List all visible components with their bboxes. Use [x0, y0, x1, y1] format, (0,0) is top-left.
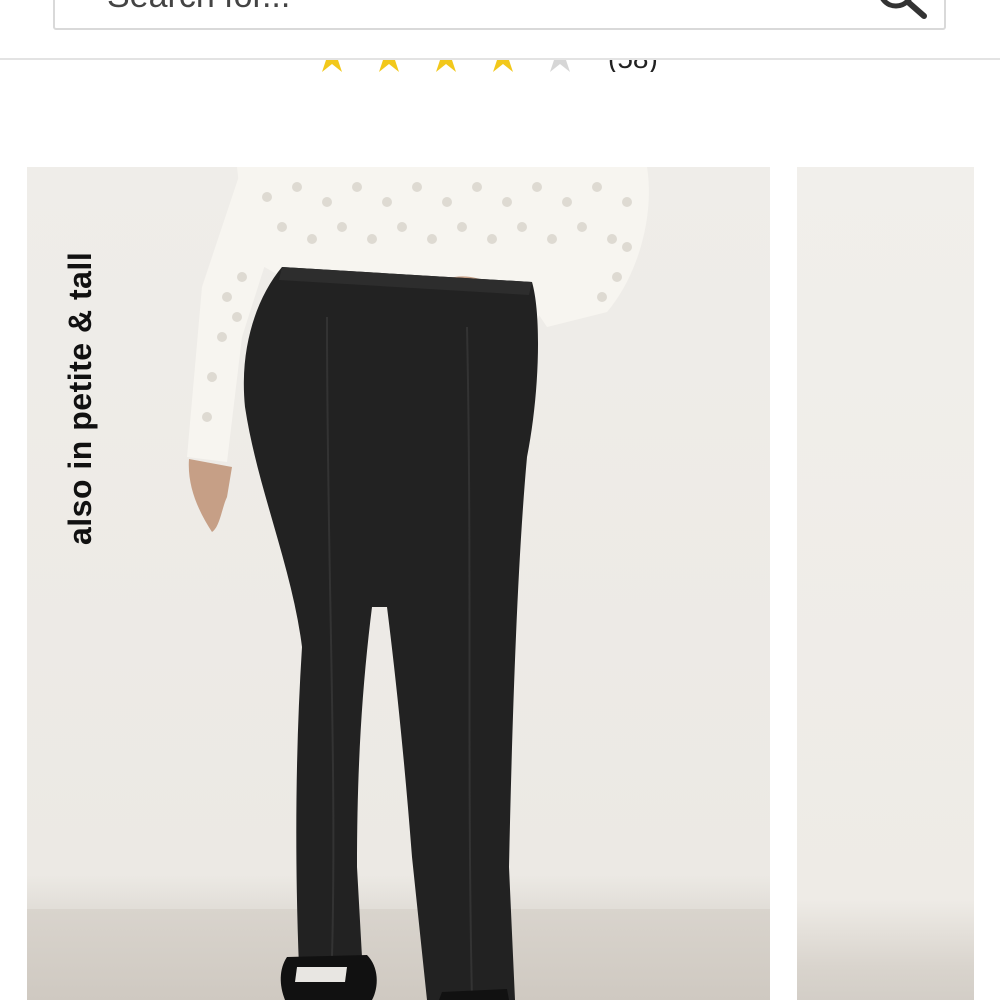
star-empty-icon — [550, 60, 570, 72]
next-product-image[interactable] — [797, 167, 974, 1000]
product-image[interactable] — [27, 167, 770, 1000]
star-filled-icon — [493, 60, 513, 72]
star-filled-icon — [436, 60, 456, 72]
search-bar — [53, 0, 946, 30]
star-filled-icon — [379, 60, 399, 72]
model-figure — [187, 167, 649, 1000]
review-count: (58) — [608, 60, 658, 72]
product-page: (58) — [0, 0, 1000, 1000]
search-icon[interactable] — [872, 0, 932, 20]
search-input[interactable] — [105, 0, 809, 20]
petite-tall-badge: also in petite & tall — [62, 251, 98, 545]
rating-row[interactable]: (58) — [300, 60, 700, 72]
star-filled-icon — [322, 60, 342, 72]
